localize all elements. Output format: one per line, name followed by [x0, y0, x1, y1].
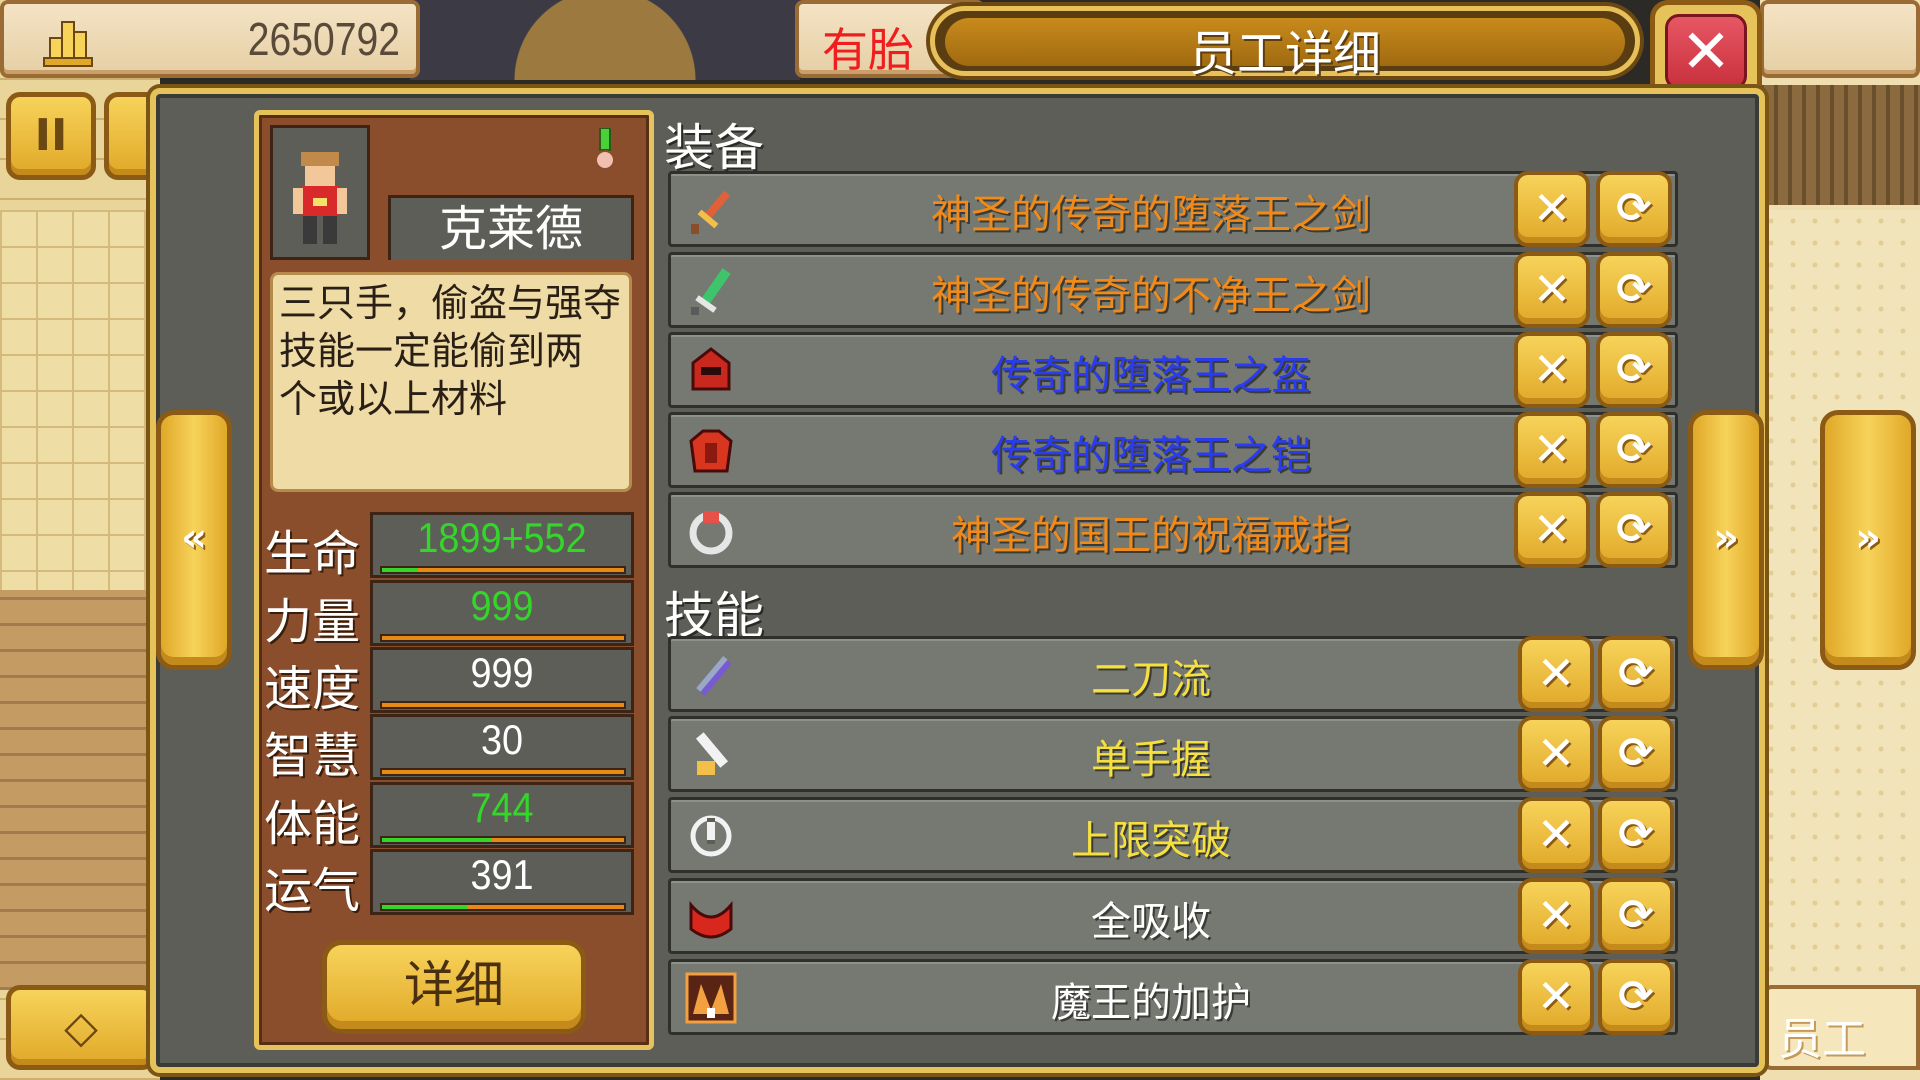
swap-icon[interactable]: ⟳ [1598, 959, 1674, 1035]
remove-icon[interactable]: ✕ [1518, 636, 1594, 712]
skill-name: 上限突破 [1071, 818, 1231, 864]
skill-name: 全吸收 [1091, 899, 1211, 945]
background-right-wall [1760, 85, 1920, 205]
remove-icon[interactable]: ✕ [1518, 878, 1594, 954]
background-brick-wall [0, 590, 160, 990]
character-portrait [270, 125, 370, 260]
remove-icon[interactable]: ✕ [1514, 412, 1590, 488]
skill-name: 二刀流 [1091, 657, 1211, 703]
stat-bar-fill [382, 568, 419, 572]
detail-button[interactable]: 详细 [322, 940, 586, 1034]
stat-label: 运气 [264, 863, 361, 919]
sword-icon [683, 182, 739, 238]
stat-bar [380, 634, 626, 642]
top-right-bar [1760, 0, 1920, 78]
stat-bar [380, 836, 626, 844]
swap-icon[interactable]: ⟳ [1596, 332, 1672, 408]
building-icon [43, 21, 93, 67]
stat-bar-fill [382, 838, 491, 842]
stat-label: 力量 [264, 594, 361, 650]
stat-row: 运气 391 [264, 849, 634, 919]
outer-next-button[interactable]: » [1820, 410, 1916, 670]
stat-label: 速度 [264, 661, 361, 717]
swap-icon[interactable]: ⟳ [1596, 492, 1672, 568]
stat-row: 智慧 30 [264, 714, 634, 784]
stat-bar [380, 903, 626, 911]
stat-row: 体能 744 [264, 782, 634, 852]
background-floor-tiles [0, 210, 160, 590]
remove-icon[interactable]: ✕ [1514, 252, 1590, 328]
remove-icon[interactable]: ✕ [1518, 797, 1594, 873]
remove-icon[interactable]: ✕ [1514, 332, 1590, 408]
map-button[interactable]: ◇ [6, 985, 156, 1070]
character-sprite-icon [293, 152, 347, 244]
panel-title: 员工详细 [1188, 26, 1381, 82]
stat-bar-fill [382, 905, 467, 909]
stat-bar [380, 768, 626, 776]
equipment-name: 传奇的堕落王之铠 [991, 433, 1311, 479]
next-staff-button[interactable]: » [1688, 410, 1764, 670]
equipment-name: 神圣的传奇的堕落王之剑 [931, 192, 1371, 238]
equipment-name: 神圣的传奇的不净王之剑 [931, 273, 1371, 319]
green-sword-icon [683, 263, 739, 319]
remove-icon[interactable]: ✕ [1518, 959, 1594, 1035]
limit-break-icon [683, 808, 739, 864]
swap-icon[interactable]: ⟳ [1598, 636, 1674, 712]
prev-staff-button[interactable]: « [156, 410, 232, 670]
swap-icon[interactable]: ⟳ [1598, 716, 1674, 792]
swap-icon[interactable]: ⟳ [1598, 878, 1674, 954]
stat-value: 30 [480, 716, 524, 763]
stat-value: 391 [470, 851, 534, 898]
character-description: 三只手，偷盗与强夺 技能一定能偷到两 个或以上材料 [270, 272, 632, 492]
close-icon[interactable]: ✕ [1665, 14, 1747, 90]
outer-next-arrow-icon: » [1855, 515, 1881, 561]
staff-tab-label: 员工 [1778, 1014, 1866, 1065]
swap-icon[interactable]: ⟳ [1596, 252, 1672, 328]
stat-value: 744 [470, 784, 534, 831]
swap-icon[interactable]: ⟳ [1596, 412, 1672, 488]
armor-icon [683, 423, 739, 479]
stat-label: 体能 [264, 796, 361, 852]
stat-row: 力量 999 [264, 580, 634, 650]
swap-icon[interactable]: ⟳ [1596, 171, 1672, 247]
stat-value: 1899+552 [417, 514, 587, 561]
prev-arrow-icon: « [181, 515, 207, 561]
stat-bar [380, 701, 626, 709]
remove-icon[interactable]: ✕ [1514, 171, 1590, 247]
swap-icon[interactable]: ⟳ [1598, 797, 1674, 873]
absorb-icon [683, 889, 739, 945]
equipment-section-title: 装备 [664, 119, 764, 177]
skill-name: 魔王的加护 [1051, 980, 1251, 1026]
skill-name: 单手握 [1091, 737, 1211, 783]
remove-icon[interactable]: ✕ [1518, 716, 1594, 792]
demon-king-blessing-icon [683, 970, 739, 1026]
background-sky [410, 0, 800, 80]
stat-value: 999 [470, 649, 534, 696]
next-arrow-icon: » [1713, 515, 1739, 561]
stat-label: 智慧 [264, 728, 361, 784]
equipment-name: 传奇的堕落王之盔 [991, 353, 1311, 399]
remove-icon[interactable]: ✕ [1514, 492, 1590, 568]
one-hand-grip-icon [683, 727, 739, 783]
stat-row: 速度 999 [264, 647, 634, 717]
medal-icon [595, 128, 615, 170]
helmet-icon [683, 343, 739, 399]
stat-row: 生命 1899+552 [264, 512, 634, 582]
pause-button[interactable]: II [6, 92, 96, 180]
store-name: 有胎 [822, 23, 914, 77]
equipment-name: 神圣的国王的祝福戒指 [951, 513, 1351, 559]
character-name: 克莱德 [388, 195, 634, 260]
ring-icon [683, 503, 739, 559]
dual-blade-icon [683, 647, 739, 703]
stat-value: 999 [470, 582, 534, 629]
stat-label: 生命 [264, 526, 361, 582]
money-value: 2650792 [247, 13, 400, 65]
stat-bar [380, 566, 626, 574]
